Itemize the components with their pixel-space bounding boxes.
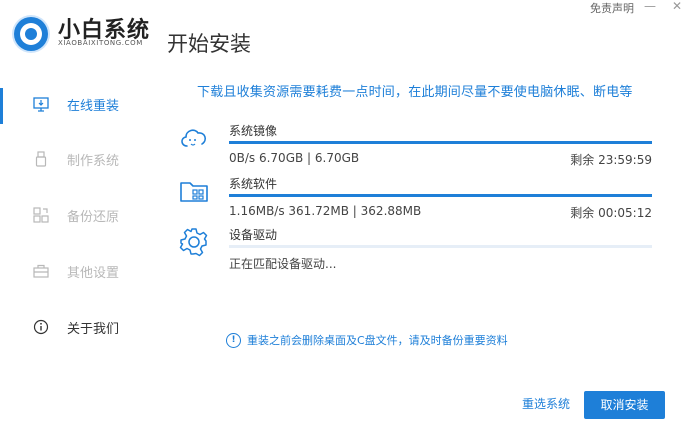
sidebar-item-label: 备份还原 — [67, 209, 120, 225]
cloud-download-icon — [178, 122, 210, 154]
install-notice: 下载且收集资源需要耗费一点时间，在此期间尽量不要使电脑休眠、断电等 — [197, 85, 633, 100]
task-status: 正在匹配设备驱动... — [229, 257, 337, 271]
app-website: XIAOBAIXITONG.COM — [58, 39, 143, 47]
folder-apps-icon — [178, 175, 210, 207]
reselect-system-button[interactable]: 重选系统 — [515, 392, 577, 416]
disclaimer-link[interactable]: 免责声明 — [590, 0, 634, 16]
sidebar-item-label: 关于我们 — [67, 321, 120, 337]
task-status: 0B/s 6.70GB | 6.70GB — [229, 151, 360, 165]
task-progress-fill — [229, 194, 652, 197]
toolbox-icon — [33, 263, 49, 279]
sidebar-item-backup-restore[interactable]: 备份还原 — [33, 205, 119, 225]
sidebar-active-indicator — [0, 88, 3, 124]
usb-icon — [33, 151, 49, 167]
task-progress-fill — [229, 141, 652, 144]
warning-icon: ! — [226, 332, 241, 348]
task-name: 系统软件 — [229, 177, 278, 191]
task-status: 1.16MB/s 361.72MB | 362.88MB — [229, 204, 422, 218]
monitor-icon — [33, 96, 49, 112]
task-progress-bar — [229, 194, 652, 197]
sidebar-item-about-us[interactable]: 关于我们 — [33, 317, 119, 337]
logo-icon — [14, 17, 48, 51]
backup-icon — [33, 207, 49, 223]
task-progress-bar — [229, 245, 652, 248]
task-remaining: 剩余 00:05:12 — [570, 206, 652, 220]
task-name: 系统镜像 — [229, 124, 278, 138]
cancel-install-button[interactable]: 取消安装 — [584, 391, 665, 419]
gear-icon — [178, 226, 210, 258]
minimize-icon[interactable]: — — [643, 0, 657, 12]
close-icon[interactable]: ✕ — [670, 0, 684, 12]
sidebar-item-label: 制作系统 — [67, 153, 120, 169]
task-progress-bar — [229, 141, 652, 144]
backup-warning: ! 重装之前会删除桌面及C盘文件，请及时备份重要资料 — [226, 332, 508, 348]
sidebar-item-label: 在线重装 — [67, 98, 120, 114]
warning-text: 重装之前会删除桌面及C盘文件，请及时备份重要资料 — [247, 334, 508, 347]
info-icon — [33, 319, 49, 335]
task-remaining: 剩余 23:59:59 — [570, 153, 652, 167]
page-title: 开始安装 — [167, 32, 251, 56]
task-name: 设备驱动 — [229, 228, 278, 242]
sidebar-item-online-reinstall[interactable]: 在线重装 — [33, 94, 119, 114]
sidebar-item-make-system[interactable]: 制作系统 — [33, 149, 119, 169]
sidebar-item-other-settings[interactable]: 其他设置 — [33, 261, 119, 281]
sidebar-item-label: 其他设置 — [67, 265, 120, 281]
